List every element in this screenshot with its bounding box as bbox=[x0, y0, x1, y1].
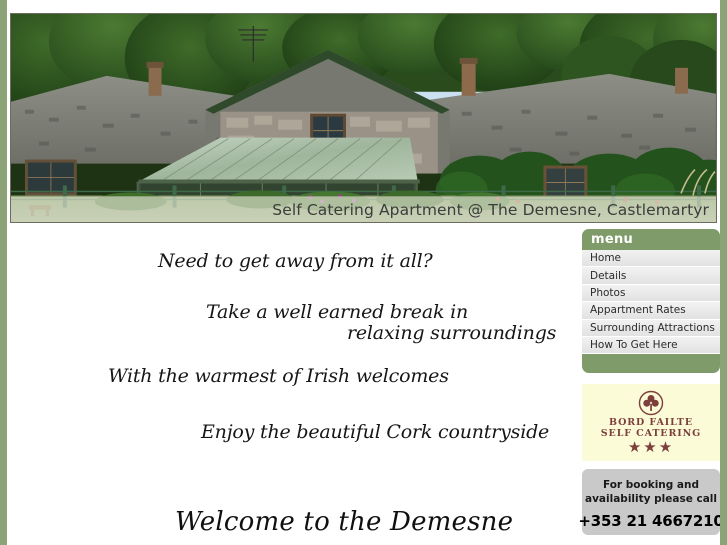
sidebar-item-appartment-rates[interactable]: Appartment Rates bbox=[582, 302, 720, 320]
header-caption-band: Self Catering Apartment @ The Demesne, C… bbox=[11, 196, 716, 222]
shamrock-circle-icon bbox=[638, 390, 664, 416]
booking-panel: For booking and availability please call… bbox=[578, 469, 720, 535]
header-banner: Self Catering Apartment @ The Demesne, C… bbox=[10, 13, 717, 223]
sidebar-menu: menu Home Details Photos Appartment Rate… bbox=[582, 229, 720, 374]
booking-line-1: For booking and bbox=[602, 479, 700, 491]
booking-line-2: availability please call bbox=[585, 493, 717, 505]
logo-line-2: SELF CATERING bbox=[600, 428, 702, 439]
sidebar-item-home[interactable]: Home bbox=[582, 250, 720, 268]
tagline-2-line1: Take a well earned break in bbox=[206, 301, 469, 323]
menu-footer bbox=[582, 354, 720, 374]
sidebar-item-details[interactable]: Details bbox=[582, 267, 720, 285]
sidebar-item-label: How To Get Here bbox=[590, 339, 678, 352]
tagline-1: Need to get away from it all? bbox=[158, 250, 433, 272]
header-photo bbox=[11, 14, 716, 222]
sidebar-item-surrounding-attractions[interactable]: Surrounding Attractions bbox=[582, 319, 720, 337]
logo-star-rating: ★★★ bbox=[627, 439, 675, 456]
sidebar-item-label: Home bbox=[590, 252, 622, 265]
page-container: Self Catering Apartment @ The Demesne, C… bbox=[7, 0, 720, 545]
sidebar: menu Home Details Photos Appartment Rate… bbox=[577, 229, 720, 545]
sidebar-item-label: Details bbox=[590, 269, 627, 282]
sidebar-item-label: Appartment Rates bbox=[590, 304, 686, 317]
menu-header: menu bbox=[582, 229, 720, 250]
tagline-2-line2: relaxing surroundings bbox=[347, 322, 557, 344]
logo-line-1: BORD FAILTE bbox=[608, 417, 694, 428]
booking-phone-number[interactable]: +353 21 4667210 bbox=[578, 512, 720, 530]
tagline-3: With the warmest of Irish welcomes bbox=[108, 365, 449, 387]
sidebar-item-label: Surrounding Attractions bbox=[590, 321, 715, 334]
sidebar-item-photos[interactable]: Photos bbox=[582, 284, 720, 303]
bord-failte-logo-panel: BORD FAILTE SELF CATERING ★★★ bbox=[582, 384, 720, 461]
sidebar-item-how-to-get-here[interactable]: How To Get Here bbox=[582, 336, 720, 355]
main-content: Need to get away from it all? Take a wel… bbox=[10, 232, 572, 545]
header-caption-text: Self Catering Apartment @ The Demesne, C… bbox=[272, 200, 709, 219]
tagline-4: Enjoy the beautiful Cork countryside bbox=[201, 421, 550, 443]
sidebar-item-label: Photos bbox=[590, 286, 626, 299]
page-title: Welcome to the Demesne bbox=[175, 507, 514, 537]
menu-title: menu bbox=[591, 232, 634, 247]
